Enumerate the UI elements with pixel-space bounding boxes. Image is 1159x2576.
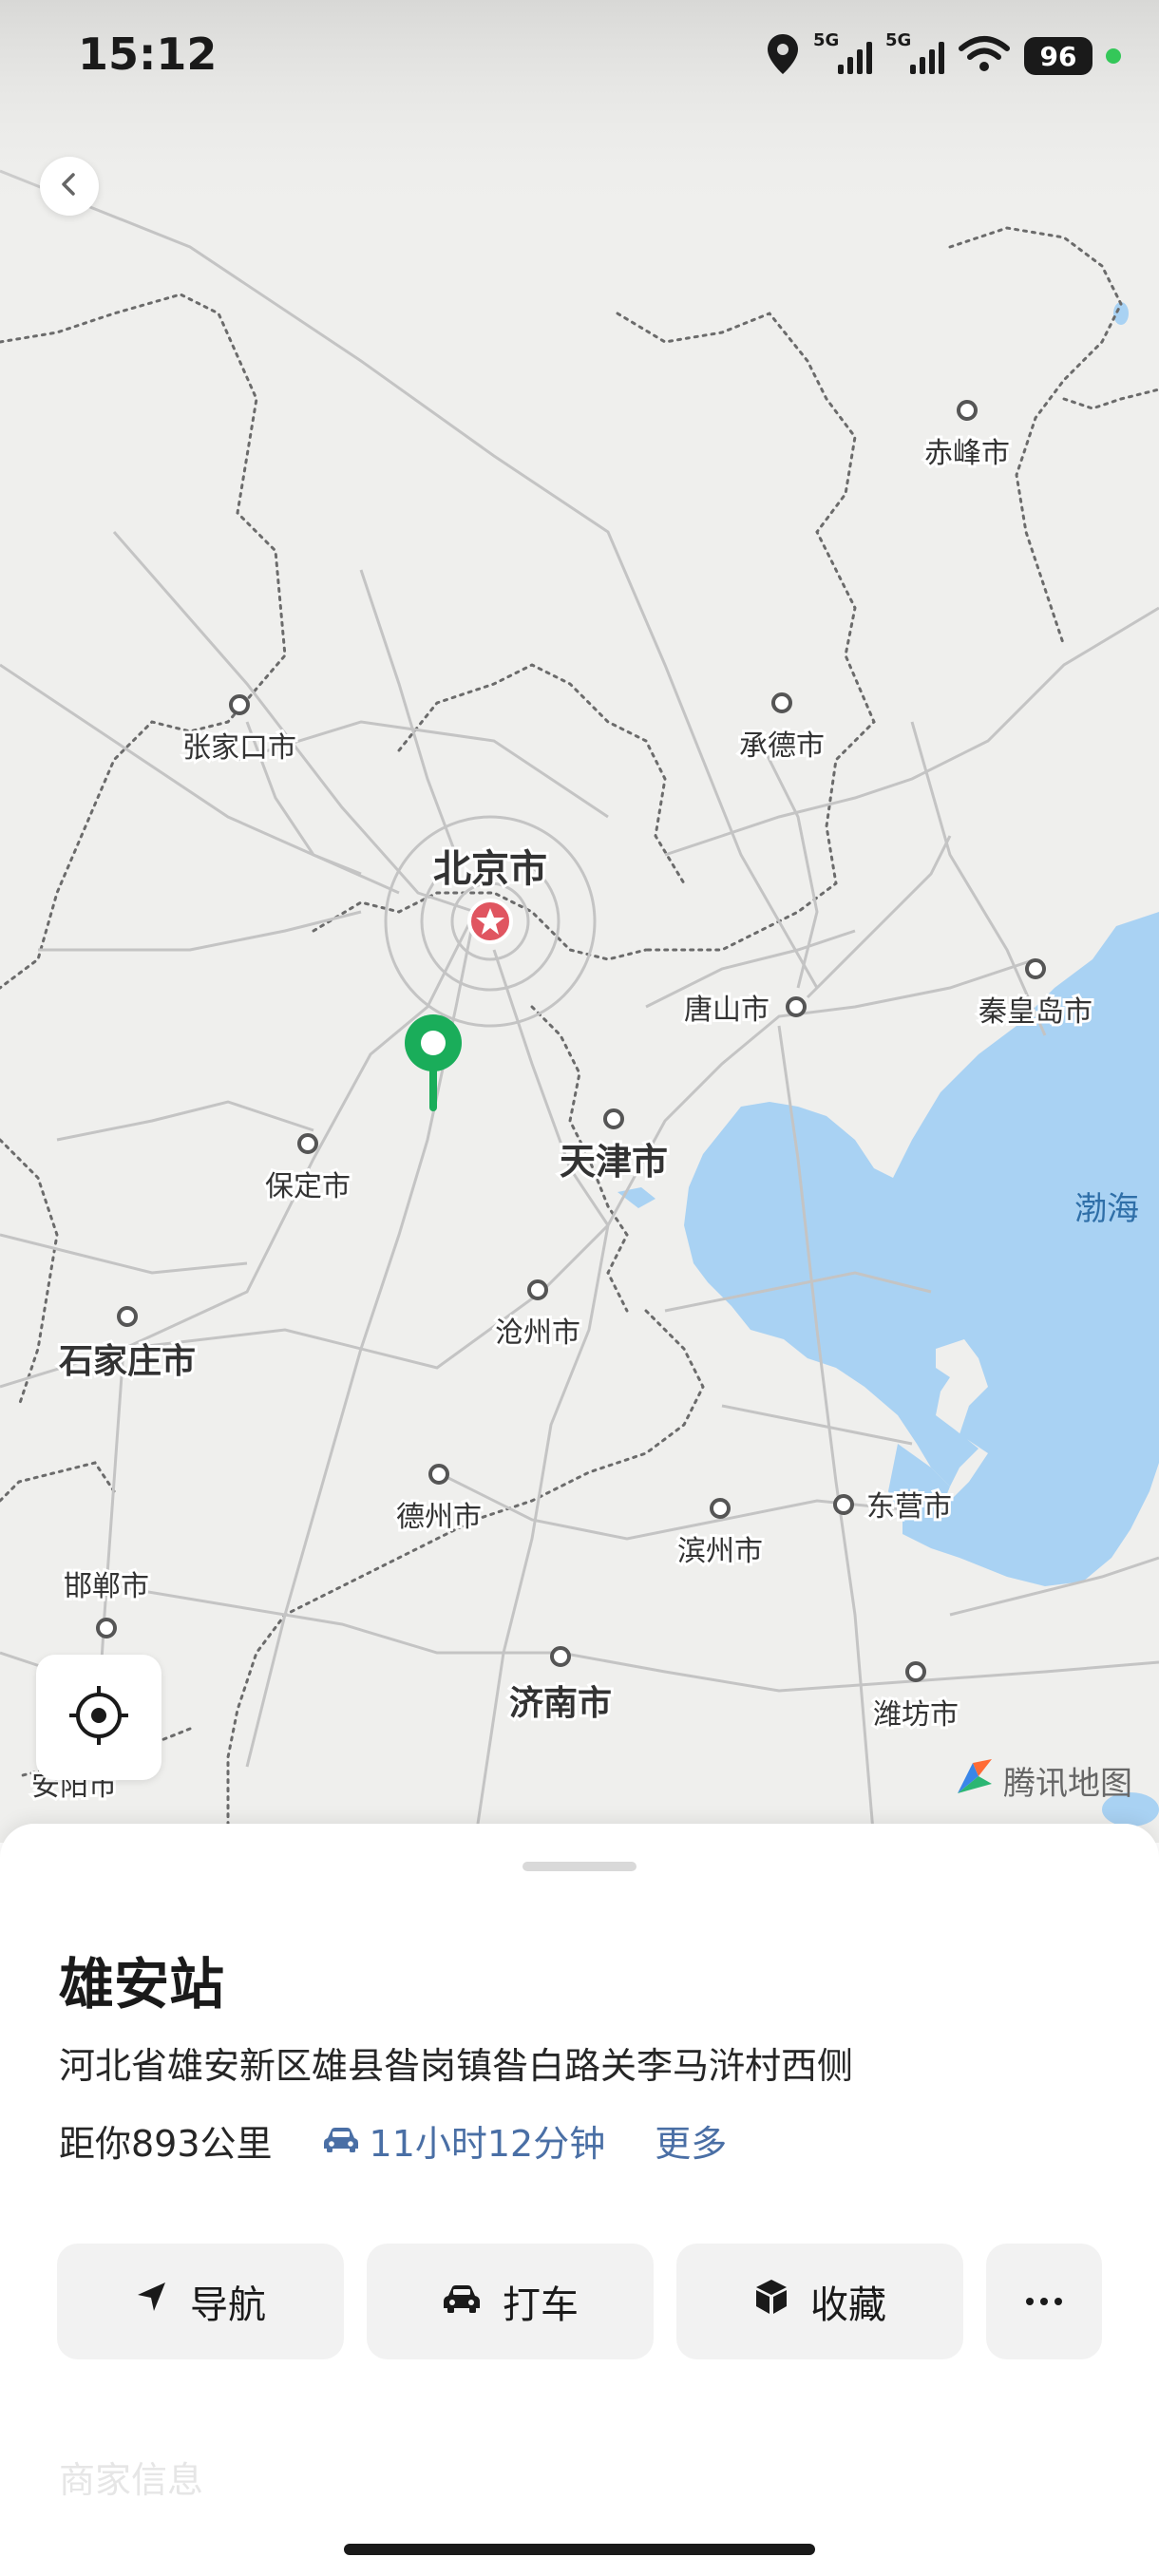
network-type-1: 5G xyxy=(813,30,840,50)
taxi-label: 打车 xyxy=(503,2283,579,2327)
back-button[interactable] xyxy=(40,157,99,216)
place-address: 河北省雄安新区雄县昝岗镇昝白路关李马浒村西侧 xyxy=(59,2045,854,2087)
sea-label: 渤海 xyxy=(1074,1190,1139,1228)
battery-icon: 96 xyxy=(1024,37,1092,75)
distance-text: 距你893公里 xyxy=(59,2123,273,2165)
chevron-left-icon xyxy=(56,171,83,201)
city-dot-zhangjiakou xyxy=(229,694,250,715)
city-dot-jinan xyxy=(550,1646,571,1667)
city-label-chifeng: 赤峰市 xyxy=(924,437,1010,470)
location-icon xyxy=(766,32,800,80)
status-time: 15:12 xyxy=(78,28,218,80)
city-label-qinhuangdao: 秦皇岛市 xyxy=(978,995,1092,1029)
map-view[interactable]: 赤峰市 张家口市 承德市 北京市 唐山市 秦皇岛市 保定市 天津市 沧州市 石家… xyxy=(0,0,1159,1843)
city-dot-chengde xyxy=(771,692,792,713)
city-dot-tianjin xyxy=(603,1108,624,1129)
ellipsis-icon xyxy=(1026,2298,1062,2305)
favorite-button[interactable]: 收藏 xyxy=(676,2244,963,2359)
city-label-binzhou: 滨州市 xyxy=(677,1535,763,1568)
signal-icon: 5G xyxy=(885,30,944,78)
navigate-label: 导航 xyxy=(190,2283,266,2327)
screen: 赤峰市 张家口市 承德市 北京市 唐山市 秦皇岛市 保定市 天津市 沧州市 石家… xyxy=(0,0,1159,2576)
city-dot-baoding xyxy=(297,1133,318,1154)
city-dot-shijiazhuang xyxy=(117,1306,138,1327)
status-bar: 15:12 5G 5G 96 xyxy=(0,0,1159,114)
navigate-button[interactable]: 导航 xyxy=(57,2244,344,2359)
city-label-zhangjiakou: 张家口市 xyxy=(182,731,296,765)
city-label-jinan: 济南市 xyxy=(509,1684,612,1723)
city-label-tianjin: 天津市 xyxy=(560,1141,668,1183)
favorite-label: 收藏 xyxy=(810,2283,886,2327)
section-title-merchant-info: 商家信息 xyxy=(59,2459,204,2501)
city-label-handan: 邯郸市 xyxy=(64,1570,149,1603)
tencent-map-logo-icon xyxy=(954,1755,996,1806)
city-dot-handan xyxy=(96,1618,117,1638)
more-link[interactable]: 更多 xyxy=(655,2114,727,2167)
capital-star-icon xyxy=(467,899,513,944)
more-options-button[interactable] xyxy=(986,2244,1102,2359)
locate-me-button[interactable] xyxy=(36,1655,162,1780)
place-meta: 距你893公里 11小时12分钟 更多 xyxy=(59,2114,727,2167)
city-dot-binzhou xyxy=(710,1498,731,1519)
signal-icon: 5G xyxy=(813,30,872,78)
navigation-arrow-icon xyxy=(135,2280,169,2323)
wifi-icon xyxy=(958,35,1011,77)
crosshair-icon xyxy=(66,1682,132,1752)
city-label-chengde: 承德市 xyxy=(739,729,825,763)
city-dot-chifeng xyxy=(957,400,978,421)
network-type-2: 5G xyxy=(885,30,912,50)
car-icon xyxy=(322,2120,360,2162)
sheet-drag-handle[interactable] xyxy=(522,1862,636,1871)
city-dot-qinhuangdao xyxy=(1025,958,1046,979)
city-label-dezhou: 德州市 xyxy=(396,1501,482,1534)
city-dot-dongying xyxy=(833,1494,854,1515)
action-bar: 导航 打车 收藏 xyxy=(57,2244,1102,2361)
place-name: 雄安站 xyxy=(59,1952,225,2017)
drive-time-link[interactable]: 11小时12分钟 xyxy=(322,2114,606,2167)
city-label-cangzhou: 沧州市 xyxy=(495,1316,580,1350)
taxi-button[interactable]: 打车 xyxy=(367,2244,654,2359)
privacy-indicator-dot xyxy=(1106,48,1121,64)
taxi-icon xyxy=(442,2280,482,2323)
watermark-text: 腾讯地图 xyxy=(1003,1765,1132,1803)
city-label-dongying: 东营市 xyxy=(866,1490,952,1524)
map-canvas[interactable]: 赤峰市 张家口市 承德市 北京市 唐山市 秦皇岛市 保定市 天津市 沧州市 石家… xyxy=(0,0,1159,1843)
drive-time-text: 11小时12分钟 xyxy=(369,2123,606,2165)
city-dot-weifang xyxy=(905,1661,926,1682)
city-dot-dezhou xyxy=(428,1464,449,1485)
map-watermark: 腾讯地图 xyxy=(954,1755,1132,1806)
city-label-tangshan: 唐山市 xyxy=(684,994,770,1027)
city-dot-cangzhou xyxy=(527,1279,548,1300)
home-indicator[interactable] xyxy=(344,2544,815,2555)
city-label-beijing: 北京市 xyxy=(433,847,547,891)
city-label-shijiazhuang: 石家庄市 xyxy=(59,1342,196,1381)
status-icons: 5G 5G 96 xyxy=(766,30,1121,82)
favorite-cube-icon xyxy=(753,2278,789,2325)
city-dot-tangshan xyxy=(786,996,807,1017)
place-detail-sheet[interactable]: 雄安站 河北省雄安新区雄县昝岗镇昝白路关李马浒村西侧 距你893公里 11小时1… xyxy=(0,1824,1159,2576)
city-label-weifang: 潍坊市 xyxy=(873,1698,959,1732)
city-label-baoding: 保定市 xyxy=(265,1170,351,1203)
